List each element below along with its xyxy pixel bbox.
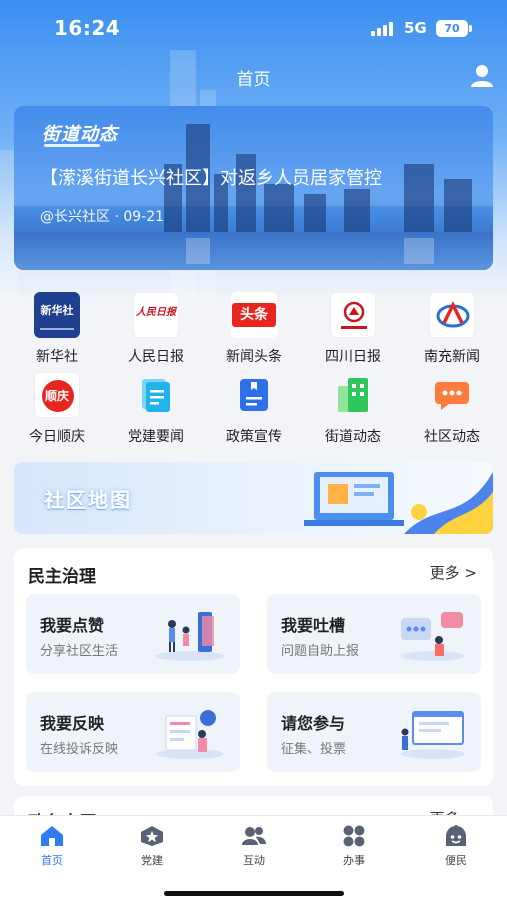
map-illustration [304,472,493,534]
app-label: 社区动态 [424,429,480,445]
tab-home[interactable]: 首页 [22,824,82,868]
banner-headline[interactable]: 【潆溪街道长兴社区】对返乡人员居家管控 [40,164,382,190]
app-community-news[interactable]: 社区动态 [412,372,492,446]
banner-reflection [186,238,210,264]
app-street-news[interactable]: 街道动态 [313,372,393,446]
banner-building [404,164,434,234]
service-icon [443,824,469,848]
card-title: 我要反映 [40,714,105,733]
banner-brand-underline [44,144,100,147]
banner-building [344,189,370,234]
tab-label: 便民 [445,854,467,867]
app-policy[interactable]: 政策宣传 [214,372,294,446]
card-title: 我要点赞 [40,616,105,635]
app-peoples-daily[interactable]: 人民日报 人民日报 [116,292,196,366]
party-star-icon [139,824,165,848]
battery-tip [469,25,472,32]
card-subtitle: 问题自助上报 [281,644,360,659]
banner-reflection [404,238,434,264]
battery-icon: 70 [436,20,468,37]
card-subtitle: 在线投诉反映 [40,742,119,757]
sichuan-daily-logo [330,292,376,338]
people-icon [241,824,267,848]
card-title: 我要吐槽 [281,616,346,635]
document-icon [133,372,179,418]
app-label: 南充新闻 [424,349,480,365]
status-bar: 16:24 5G 70 [0,0,507,58]
app-label: 人民日报 [128,349,184,365]
card-complain[interactable]: 我要吐槽 问题自助上报 [267,594,481,674]
banner-building [264,184,294,234]
card-like[interactable]: 我要点赞 分享社区生活 [26,594,240,674]
banner-brand: 街道动态 [42,124,118,145]
map-banner-title: 社区地图 [44,488,132,512]
tab-party[interactable]: 党建 [122,824,182,868]
toutiao-logo: 头条 [231,292,277,338]
xinhua-logo: 新华社 [34,292,80,338]
grid-icon [341,824,367,848]
card-participate[interactable]: 请您参与 征集、投票 [267,692,481,772]
card-feedback[interactable]: 我要反映 在线投诉反映 [26,692,240,772]
banner-building [444,179,472,234]
app-label: 政策宣传 [226,429,282,445]
app-party-news[interactable]: 党建要闻 [116,372,196,446]
card-title: 请您参与 [281,714,346,733]
news-banner[interactable]: 街道动态 【潆溪街道长兴社区】对返乡人员居家管控 @长兴社区 · 09-21 [14,106,493,270]
tab-label: 互动 [243,854,265,867]
tab-interact[interactable]: 互动 [224,824,284,868]
app-xinhua[interactable]: 新华社 新华社 [17,292,97,366]
page-title: 首页 [236,70,271,90]
network-type: 5G [404,19,427,37]
app-toutiao[interactable]: 头条 新闻头条 [214,292,294,366]
banner-meta: @长兴社区 · 09-21 [40,209,165,225]
section-title: 民主治理 [28,567,96,587]
card-subtitle: 分享社区生活 [40,644,119,659]
more-link[interactable]: 更多 > [430,562,477,583]
tab-convenience[interactable]: 便民 [426,824,486,868]
app-sichuan-daily[interactable]: 四川日报 [313,292,393,366]
user-icon[interactable] [468,62,496,90]
app-label: 今日顺庆 [29,429,85,445]
status-time: 16:24 [54,16,121,40]
bottom-tab-bar: 首页 党建 互动 办事 便民 [0,815,507,900]
tab-label: 首页 [41,854,63,867]
app-label: 四川日报 [325,349,381,365]
building-icon [330,372,376,418]
home-icon [39,824,65,848]
card-subtitle: 征集、投票 [281,742,347,757]
app-label: 街道动态 [325,429,381,445]
community-map-banner[interactable]: 社区地图 [14,462,493,534]
peoples-daily-logo: 人民日报 [133,292,179,338]
title-bar: 首页 [0,58,507,96]
governance-section: 民主治理 更多 > 我要点赞 分享社区生活 我要吐槽 问题自助上报 我要反映 在… [14,548,493,786]
home-indicator[interactable] [164,891,344,896]
complaint-illustration [401,612,465,661]
signal-icon [371,22,397,36]
feedback-illustration [156,710,224,759]
app-label: 新华社 [36,349,78,365]
app-nanchong-news[interactable]: 南充新闻 [412,292,492,366]
app-label: 新闻头条 [226,349,282,365]
banner-building [304,194,326,234]
tab-label: 党建 [141,854,163,867]
tab-affairs[interactable]: 办事 [324,824,384,868]
app-label: 党建要闻 [128,429,184,445]
app-shunqing[interactable]: 顺庆 今日顺庆 [17,372,97,446]
shunqing-logo: 顺庆 [34,372,80,418]
chat-bubble-icon [429,372,475,418]
thumbs-up-illustration [156,612,224,661]
tab-label: 办事 [343,854,365,867]
file-icon [231,372,277,418]
vote-illustration [401,711,465,759]
nanchong-news-logo [429,292,475,338]
